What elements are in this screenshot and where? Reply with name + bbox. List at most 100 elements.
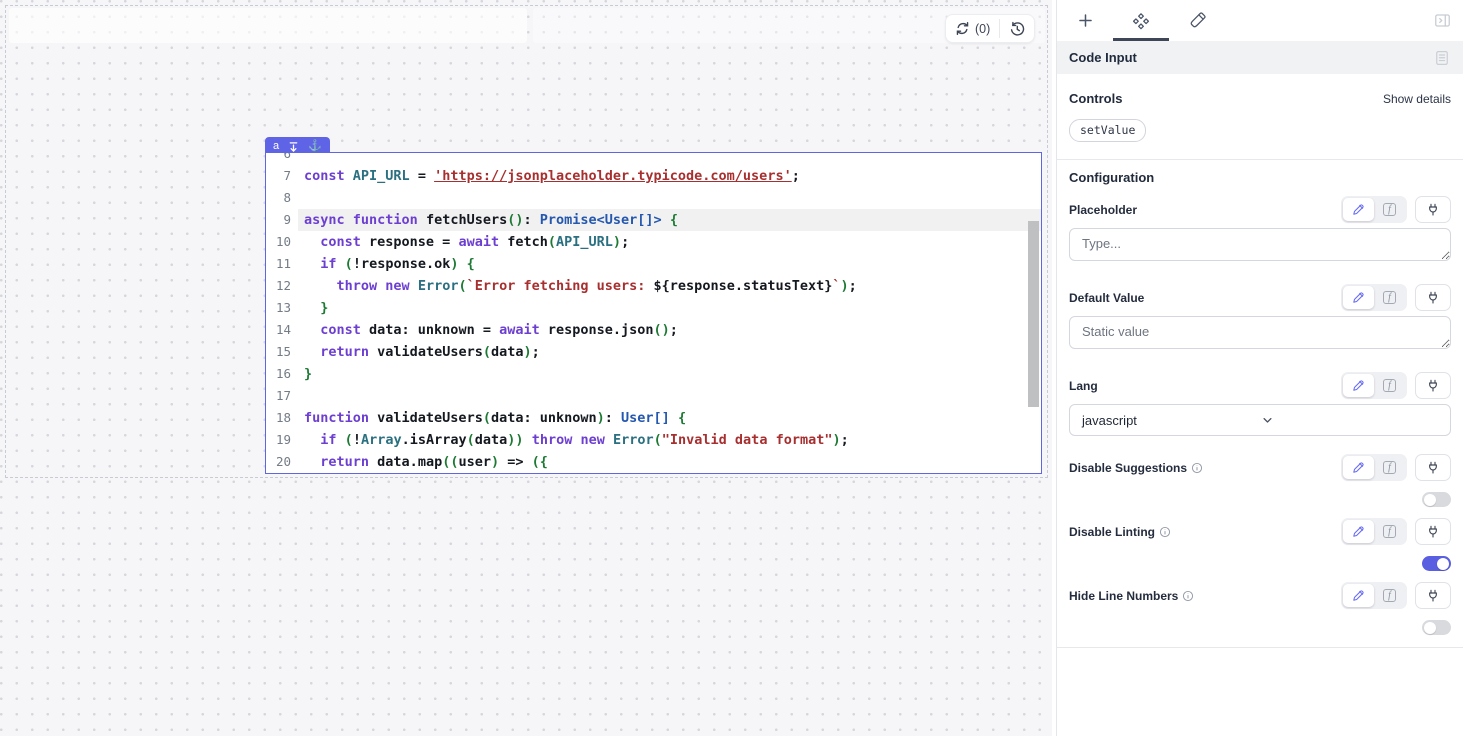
fx-mode-button[interactable]: f bbox=[1374, 286, 1405, 309]
refresh-button[interactable]: (0) bbox=[946, 15, 999, 42]
line-number: 10 bbox=[266, 231, 298, 253]
paintbrush-icon bbox=[1187, 11, 1207, 31]
collapse-panel-icon[interactable] bbox=[1431, 9, 1453, 31]
fx-icon: f bbox=[1383, 589, 1396, 602]
fx-mode-button[interactable]: f bbox=[1374, 456, 1405, 479]
config-field-hide-line-numbers: Hide Line Numbers f bbox=[1069, 582, 1451, 635]
line-number: 12 bbox=[266, 275, 298, 297]
default-value-input[interactable] bbox=[1069, 316, 1451, 349]
document-list-icon[interactable] bbox=[1433, 49, 1451, 67]
disable-suggestions-toggle[interactable] bbox=[1422, 492, 1451, 507]
fx-icon: f bbox=[1383, 291, 1396, 304]
lang-select[interactable]: javascript bbox=[1069, 404, 1451, 436]
fx-icon: f bbox=[1383, 379, 1396, 392]
canvas: (0) a ⚓ 67const API_URL = 'https://j bbox=[0, 0, 1052, 736]
hide-line-numbers-toggle[interactable] bbox=[1422, 620, 1451, 635]
plug-icon bbox=[1425, 290, 1441, 306]
control-chip-setValue[interactable]: setValue bbox=[1069, 119, 1146, 142]
disable-linting-toggle[interactable] bbox=[1422, 556, 1451, 571]
fx-icon: f bbox=[1383, 461, 1396, 474]
plug-icon bbox=[1425, 460, 1441, 476]
line-number: 19 bbox=[266, 429, 298, 451]
fx-icon: f bbox=[1383, 525, 1396, 538]
code-line: 6 bbox=[266, 152, 1041, 165]
line-number: 17 bbox=[266, 385, 298, 407]
arrow-down-to-bar-icon[interactable] bbox=[288, 141, 299, 153]
config-field-lang: Langfjavascript bbox=[1069, 372, 1451, 436]
line-number: 14 bbox=[266, 319, 298, 341]
code-line: 13 } bbox=[266, 297, 1041, 319]
bind-data-button[interactable] bbox=[1415, 196, 1451, 223]
plug-icon bbox=[1425, 524, 1441, 540]
info-icon bbox=[1191, 462, 1203, 474]
field-label: Placeholder bbox=[1069, 203, 1137, 217]
code-line: 9async function fetchUsers(): Promise<Us… bbox=[266, 209, 1041, 231]
pane-tabs bbox=[1057, 0, 1463, 41]
control-chips: setValue bbox=[1069, 119, 1451, 142]
mode-segmented-control: f bbox=[1341, 372, 1407, 399]
bind-data-button[interactable] bbox=[1415, 372, 1451, 399]
code-line: 14 const data: unknown = await response.… bbox=[266, 319, 1041, 341]
code-input-widget[interactable]: 67const API_URL = 'https://jsonplacehold… bbox=[265, 152, 1042, 474]
fx-icon: f bbox=[1383, 203, 1396, 216]
mode-segmented-control: f bbox=[1341, 582, 1407, 609]
config-field-placeholder: Placeholder f bbox=[1069, 196, 1451, 266]
bind-data-button[interactable] bbox=[1415, 454, 1451, 481]
fx-mode-button[interactable]: f bbox=[1374, 520, 1405, 543]
edit-mode-button[interactable] bbox=[1343, 456, 1374, 479]
line-number: 18 bbox=[266, 407, 298, 429]
editor-scrollbar-thumb[interactable] bbox=[1028, 221, 1039, 407]
history-button[interactable] bbox=[1000, 15, 1034, 42]
canvas-action-bar: (0) bbox=[945, 14, 1035, 43]
refresh-count: (0) bbox=[975, 22, 990, 36]
widget-type-title: Code Input bbox=[1069, 50, 1433, 65]
tab-widgets[interactable] bbox=[1113, 0, 1169, 41]
edit-mode-button[interactable] bbox=[1343, 584, 1374, 607]
code-line: 8 bbox=[266, 187, 1041, 209]
code-line: 10 const response = await fetch(API_URL)… bbox=[266, 231, 1041, 253]
config-field-default-value: Default Value f bbox=[1069, 284, 1451, 354]
plug-icon bbox=[1425, 202, 1441, 218]
field-label: Disable Linting bbox=[1069, 525, 1155, 539]
mode-segmented-control: f bbox=[1341, 518, 1407, 545]
chevron-down-icon bbox=[1260, 413, 1438, 428]
field-label: Default Value bbox=[1069, 291, 1144, 305]
line-number: 6 bbox=[266, 152, 298, 165]
section-divider bbox=[1057, 159, 1463, 160]
config-field-disable-suggestions: Disable Suggestionsf bbox=[1069, 454, 1451, 507]
config-field-disable-linting: Disable Linting f bbox=[1069, 518, 1451, 571]
tab-add[interactable] bbox=[1057, 0, 1113, 41]
field-label: Hide Line Numbers bbox=[1069, 589, 1178, 603]
code-line: 18function validateUsers(data: unknown):… bbox=[266, 407, 1041, 429]
code-line: 12 throw new Error(`Error fetching users… bbox=[266, 275, 1041, 297]
toggle-knob bbox=[1424, 622, 1436, 634]
mode-segmented-control: f bbox=[1341, 284, 1407, 311]
widgets-icon bbox=[1131, 11, 1151, 31]
edit-mode-button[interactable] bbox=[1343, 374, 1374, 397]
edit-mode-button[interactable] bbox=[1343, 198, 1374, 221]
bind-data-button[interactable] bbox=[1415, 518, 1451, 545]
refresh-icon bbox=[955, 21, 970, 36]
tab-style[interactable] bbox=[1169, 0, 1225, 41]
show-details-link[interactable]: Show details bbox=[1383, 92, 1451, 106]
configuration-title: Configuration bbox=[1069, 170, 1451, 185]
placeholder-input[interactable] bbox=[1069, 228, 1451, 261]
fx-mode-button[interactable]: f bbox=[1374, 584, 1405, 607]
fx-mode-button[interactable]: f bbox=[1374, 374, 1405, 397]
edit-mode-button[interactable] bbox=[1343, 286, 1374, 309]
bind-data-button[interactable] bbox=[1415, 284, 1451, 311]
code-line: 7const API_URL = 'https://jsonplaceholde… bbox=[266, 165, 1041, 187]
code-line: 20 return data.map((user) => ({ bbox=[266, 451, 1041, 473]
controls-section-header: Controls Show details bbox=[1069, 91, 1451, 106]
widget-type-header: Code Input bbox=[1057, 41, 1463, 74]
info-icon bbox=[1159, 526, 1171, 538]
bind-data-button[interactable] bbox=[1415, 582, 1451, 609]
edit-mode-button[interactable] bbox=[1343, 520, 1374, 543]
fx-mode-button[interactable]: f bbox=[1374, 198, 1405, 221]
code-lines: 67const API_URL = 'https://jsonplacehold… bbox=[266, 152, 1041, 473]
plus-icon bbox=[1076, 11, 1095, 30]
line-number: 8 bbox=[266, 187, 298, 209]
info-icon bbox=[1182, 590, 1194, 602]
canvas-row-highlight bbox=[9, 8, 527, 43]
mode-segmented-control: f bbox=[1341, 454, 1407, 481]
